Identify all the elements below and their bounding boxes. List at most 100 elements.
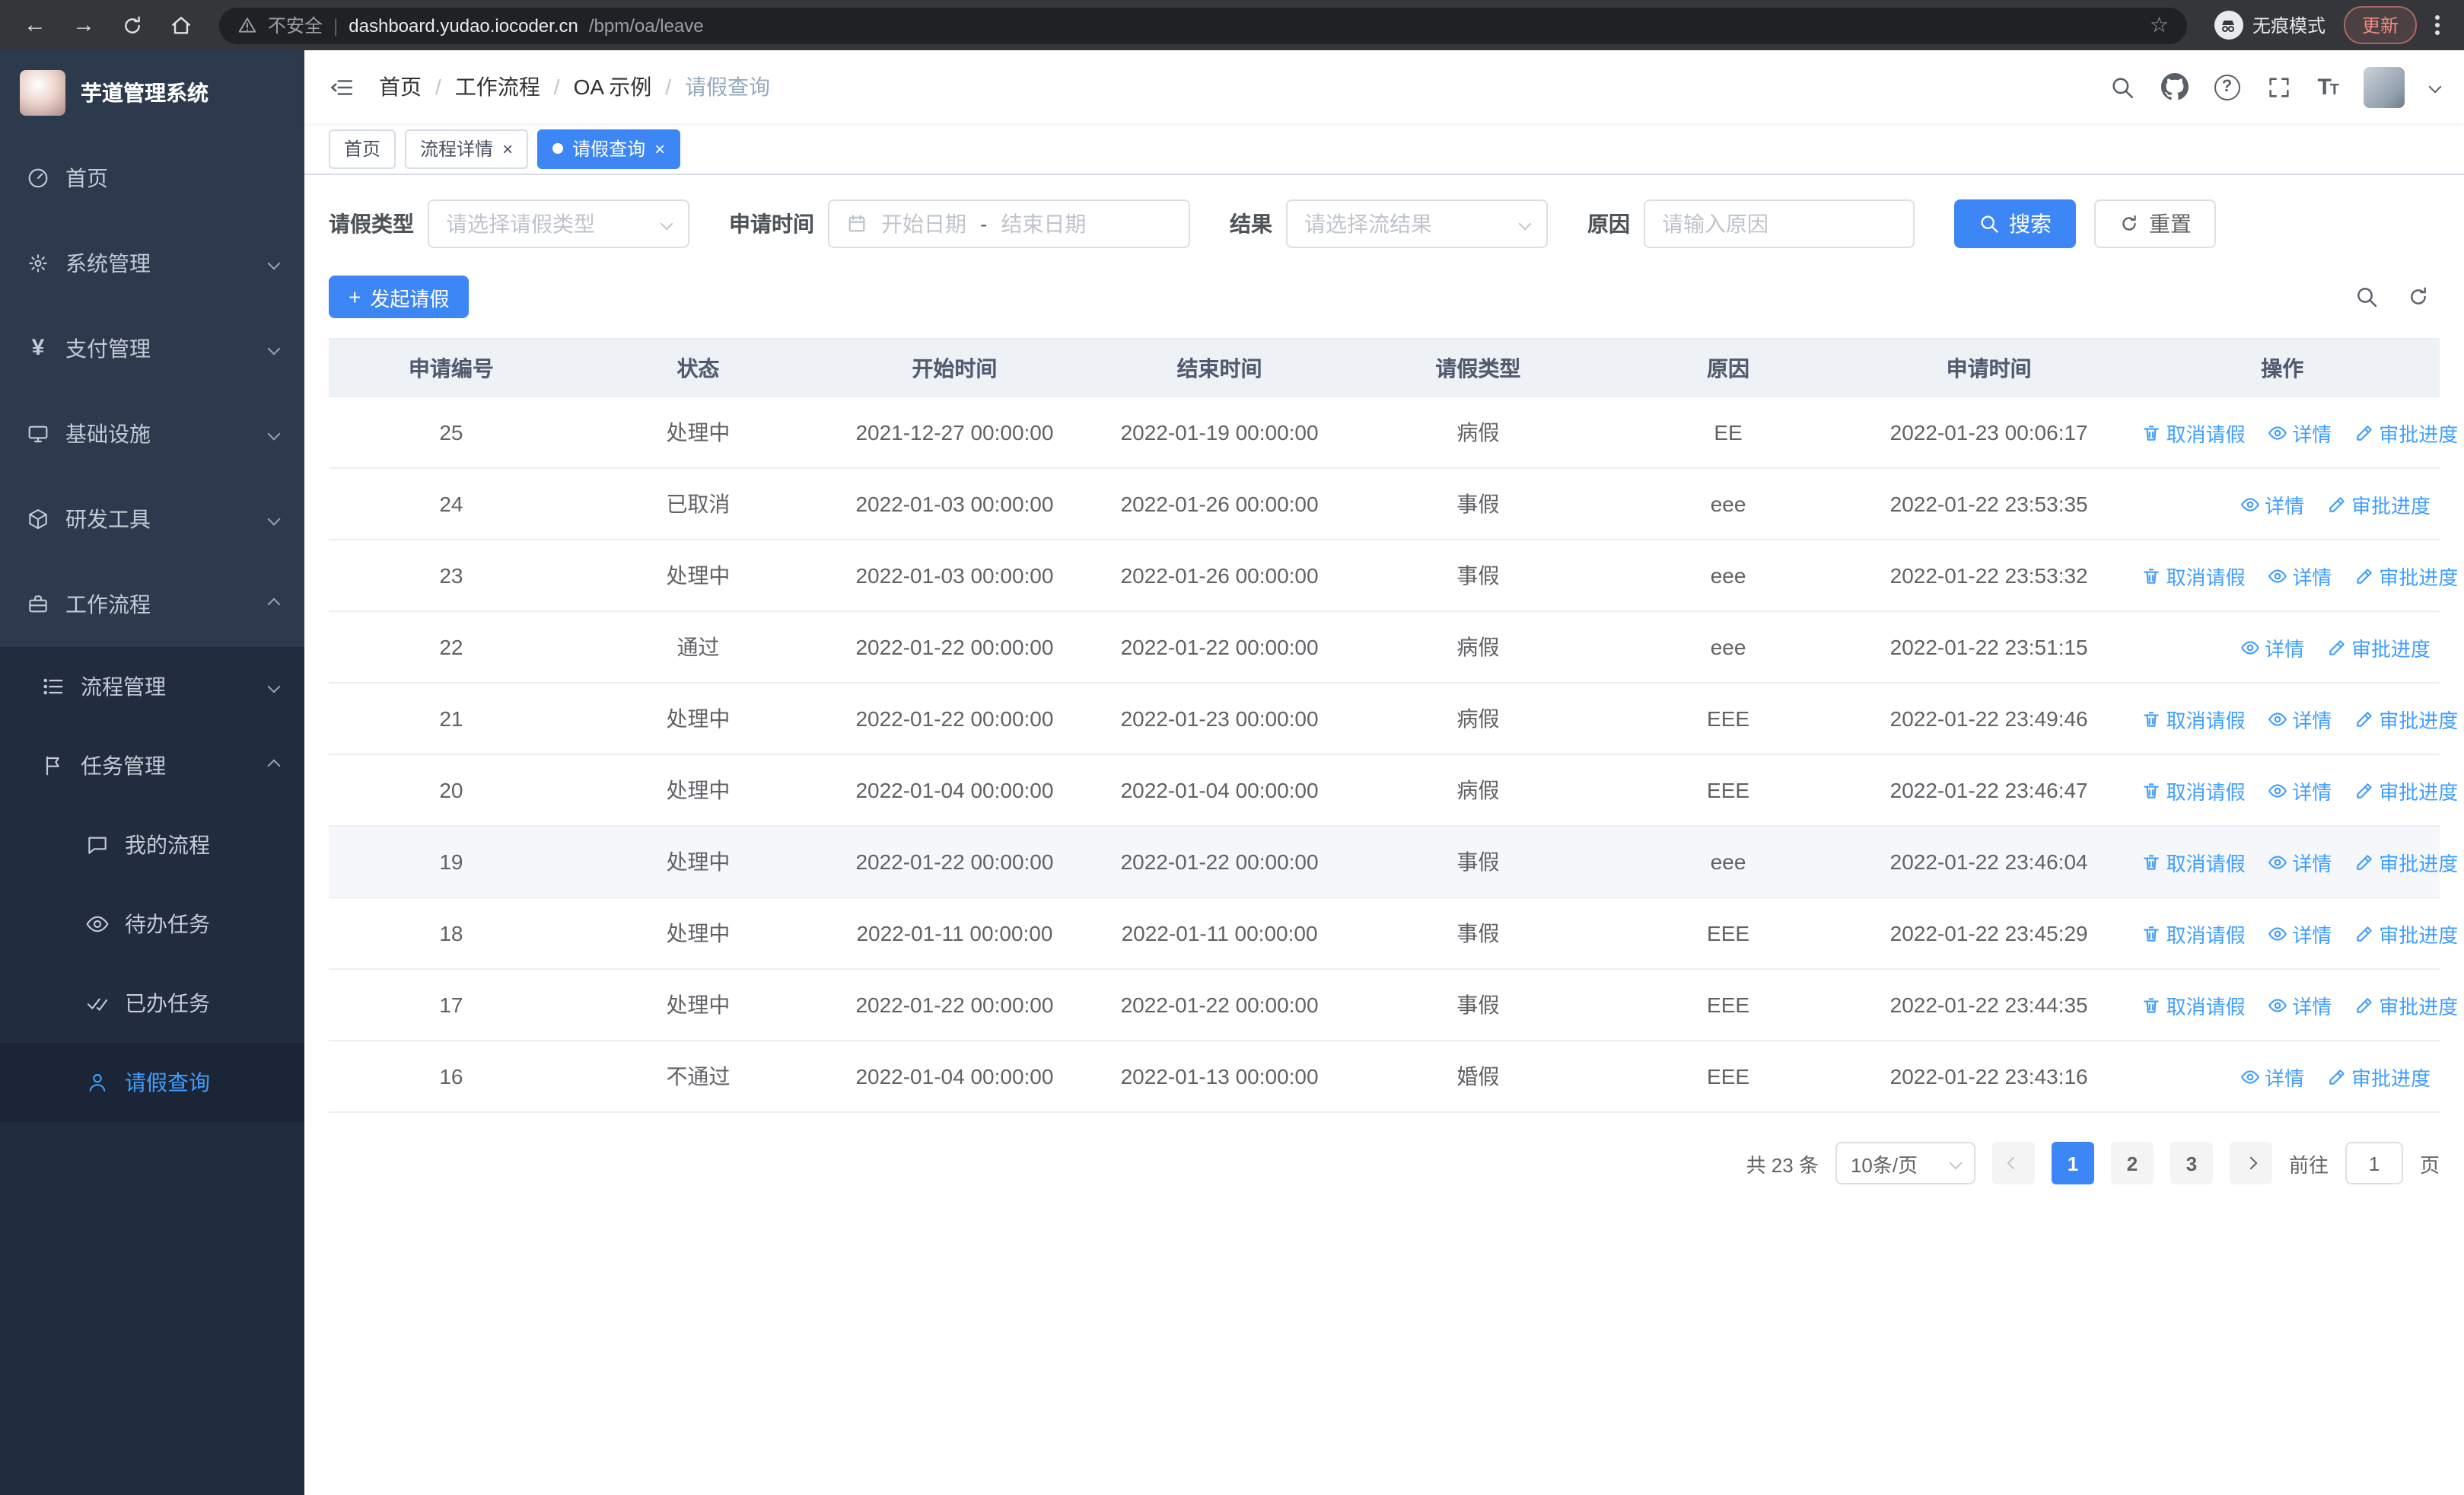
- tab-process-detail[interactable]: 流程详情 ×: [405, 129, 529, 168]
- next-page-button[interactable]: [2229, 1142, 2272, 1184]
- page-button-3[interactable]: 3: [2170, 1142, 2213, 1184]
- breadcrumb-workflow[interactable]: 工作流程: [455, 72, 540, 102]
- approval-progress-link[interactable]: 审批进度: [2327, 1062, 2431, 1091]
- address-bar[interactable]: 不安全 | dashboard.yudao.iocoder.cn/bpm/oa/…: [219, 7, 2187, 43]
- approval-progress-link[interactable]: 审批进度: [2354, 561, 2458, 590]
- cancel-leave-link[interactable]: 取消请假: [2142, 847, 2246, 876]
- status-cell: 处理中: [573, 826, 823, 898]
- apply-no-cell: 17: [329, 969, 574, 1041]
- cancel-leave-link[interactable]: 取消请假: [2142, 418, 2246, 447]
- approval-progress-link[interactable]: 审批进度: [2327, 489, 2431, 518]
- detail-link[interactable]: 详情: [2268, 561, 2332, 590]
- result-select[interactable]: 请选择流结果: [1286, 199, 1548, 248]
- table-row: 19 处理中 2022-01-22 00:00:00 2022-01-22 00…: [329, 826, 2458, 898]
- sidebar-item-home[interactable]: 首页: [0, 135, 304, 221]
- detail-link[interactable]: 详情: [2268, 776, 2332, 805]
- row-actions: 详情 审批进度: [2125, 468, 2440, 540]
- monitor-icon: [28, 426, 48, 443]
- tab-leave-query[interactable]: 请假查询 ×: [537, 129, 681, 168]
- sidebar-fold-button[interactable]: [329, 74, 355, 100]
- approval-progress-link[interactable]: 审批进度: [2327, 633, 2431, 661]
- browser-forward-button[interactable]: →: [64, 5, 103, 45]
- cancel-leave-link[interactable]: 取消请假: [2142, 990, 2246, 1019]
- page-button-1[interactable]: 1: [2051, 1142, 2094, 1184]
- browser-refresh-button[interactable]: [113, 5, 152, 45]
- detail-link[interactable]: 详情: [2268, 418, 2332, 447]
- cancel-leave-link[interactable]: 取消请假: [2142, 776, 2246, 805]
- cancel-leave-link[interactable]: 取消请假: [2142, 704, 2246, 733]
- col-status: 状态: [573, 338, 823, 397]
- detail-link[interactable]: 详情: [2268, 990, 2332, 1019]
- detail-link[interactable]: 详情: [2240, 633, 2304, 661]
- github-link[interactable]: [2160, 73, 2189, 100]
- reason-cell: eee: [1603, 468, 1853, 540]
- sidebar-item-process-management[interactable]: 流程管理: [0, 647, 304, 726]
- font-size-button[interactable]: TT: [2317, 74, 2339, 100]
- incognito-badge[interactable]: 无痕模式: [2205, 11, 2335, 40]
- sidebar-item-workflow[interactable]: 工作流程: [0, 562, 304, 647]
- sidebar-item-leave-query[interactable]: 请假查询: [0, 1043, 304, 1122]
- apply-no-cell: 24: [329, 468, 574, 540]
- tab-home[interactable]: 首页: [329, 129, 396, 168]
- browser-back-button[interactable]: ←: [15, 5, 55, 45]
- edit-icon: [2357, 926, 2372, 941]
- eye-icon: [86, 916, 109, 932]
- trash-icon: [2144, 568, 2160, 583]
- leave-type-select[interactable]: 请选择请假类型: [428, 199, 689, 248]
- browser-menu-button[interactable]: [2426, 15, 2449, 35]
- sidebar-item-devtools[interactable]: 研发工具: [0, 477, 304, 562]
- approval-progress-link[interactable]: 审批进度: [2354, 776, 2458, 805]
- detail-link[interactable]: 详情: [2268, 704, 2332, 733]
- breadcrumb-oa-example[interactable]: OA 示例: [574, 72, 652, 102]
- col-apply-time: 申请时间: [1852, 338, 2125, 397]
- detail-link[interactable]: 详情: [2268, 847, 2332, 876]
- header-search-button[interactable]: [2109, 74, 2135, 100]
- warning-icon: [238, 18, 256, 33]
- apply-no-cell: 19: [329, 826, 574, 898]
- prev-page-button[interactable]: [1991, 1142, 2035, 1184]
- goto-page-input[interactable]: [2345, 1142, 2403, 1184]
- reset-button[interactable]: 重置: [2094, 199, 2216, 248]
- search-button[interactable]: 搜索: [1954, 199, 2076, 248]
- help-button[interactable]: ?: [2214, 74, 2240, 100]
- reason-cell: eee: [1603, 826, 1853, 898]
- approval-progress-link[interactable]: 审批进度: [2354, 418, 2458, 447]
- reason-input[interactable]: [1644, 199, 1915, 248]
- page-button-2[interactable]: 2: [2110, 1142, 2154, 1184]
- breadcrumb-home[interactable]: 首页: [379, 72, 422, 102]
- detail-link[interactable]: 详情: [2240, 1062, 2304, 1091]
- sidebar-item-system[interactable]: 系统管理: [0, 221, 304, 306]
- approval-progress-link[interactable]: 审批进度: [2354, 990, 2458, 1019]
- leave-type-cell: 事假: [1352, 826, 1604, 898]
- sidebar-item-infrastructure[interactable]: 基础设施: [0, 391, 304, 477]
- close-icon[interactable]: ×: [654, 139, 665, 158]
- bookmark-star-icon[interactable]: ☆: [2150, 12, 2169, 38]
- approval-progress-link[interactable]: 审批进度: [2354, 704, 2458, 733]
- user-menu-caret-icon[interactable]: [2428, 80, 2442, 94]
- cancel-leave-link[interactable]: 取消请假: [2142, 561, 2246, 590]
- sidebar-item-todo-tasks[interactable]: 待办任务: [0, 885, 304, 964]
- edit-icon: [2329, 1069, 2345, 1084]
- sidebar-item-payment[interactable]: ¥ 支付管理: [0, 306, 304, 391]
- detail-link[interactable]: 详情: [2240, 489, 2304, 518]
- sidebar-item-done-tasks[interactable]: 已办任务: [0, 964, 304, 1043]
- toggle-search-button[interactable]: [2354, 285, 2379, 309]
- create-leave-button[interactable]: + 发起请假: [329, 276, 470, 318]
- sidebar-item-task-management[interactable]: 任务管理: [0, 726, 304, 805]
- approval-progress-link[interactable]: 审批进度: [2354, 919, 2458, 948]
- search-icon: [2357, 288, 2377, 308]
- status-cell: 已取消: [573, 468, 823, 540]
- sidebar: 芋道管理系统 首页 系统管理 ¥ 支付管理 基础设施 研发工具 工作流程 流程管…: [0, 50, 304, 1495]
- browser-update-button[interactable]: 更新: [2343, 6, 2417, 44]
- detail-link[interactable]: 详情: [2268, 919, 2332, 948]
- apply-time-range-picker[interactable]: 开始日期 - 结束日期: [828, 199, 1190, 248]
- browser-home-button[interactable]: [161, 5, 201, 45]
- fullscreen-button[interactable]: [2265, 74, 2291, 100]
- cancel-leave-link[interactable]: 取消请假: [2142, 919, 2246, 948]
- user-avatar[interactable]: [2364, 66, 2405, 107]
- close-icon[interactable]: ×: [502, 139, 513, 158]
- page-size-select[interactable]: 10条/页: [1835, 1142, 1975, 1184]
- sidebar-item-my-processes[interactable]: 我的流程: [0, 805, 304, 885]
- refresh-table-button[interactable]: [2406, 285, 2431, 309]
- approval-progress-link[interactable]: 审批进度: [2354, 847, 2458, 876]
